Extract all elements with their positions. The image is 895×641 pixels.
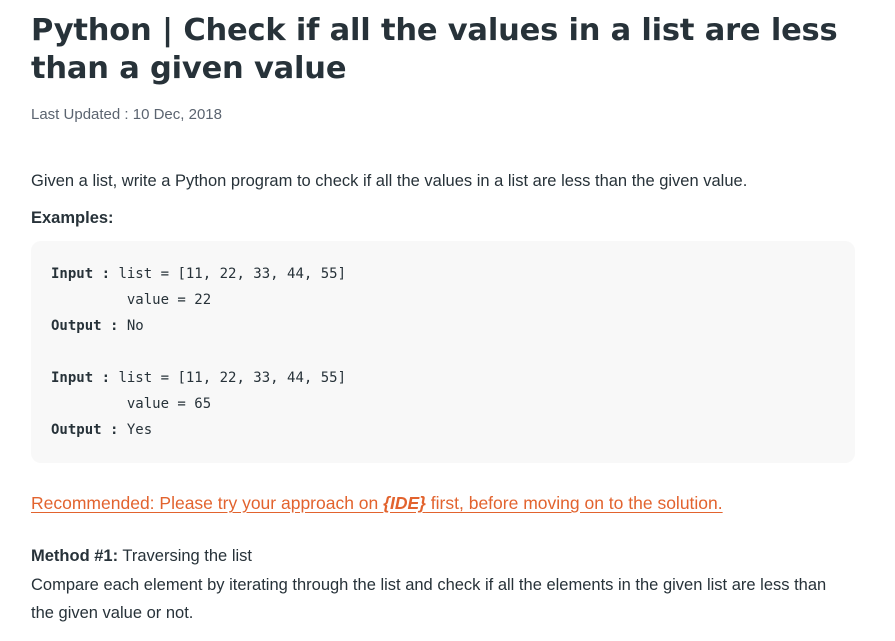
recommended-ide-link[interactable]: Recommended: Please try your approach on…	[31, 490, 723, 516]
code-line: Input : list = [11, 22, 33, 44, 55]	[51, 261, 855, 287]
code-keyword: Input :	[51, 266, 111, 282]
code-keyword: Input :	[51, 370, 111, 386]
code-line: value = 22	[51, 287, 855, 313]
code-text: list = [11, 22, 33, 44, 55]	[110, 370, 347, 386]
method-label: Method #1:	[31, 547, 119, 565]
code-line: Output : Yes	[51, 417, 855, 443]
code-keyword: Output :	[51, 318, 119, 334]
code-text: value = 22	[51, 292, 212, 308]
recommend-suffix: first, before moving on to the solution.	[425, 493, 723, 513]
code-line: value = 65	[51, 391, 855, 417]
example-code-block: Input : list = [11, 22, 33, 44, 55] valu…	[31, 241, 855, 463]
intro-paragraph: Given a list, write a Python program to …	[31, 172, 748, 190]
code-keyword: Output :	[51, 422, 119, 438]
method-name: Traversing the list	[118, 547, 252, 565]
method-description: Compare each element by iterating throug…	[31, 576, 827, 622]
code-line: Input : list = [11, 22, 33, 44, 55]	[51, 365, 855, 391]
last-updated-text: Last Updated : 10 Dec, 2018	[31, 106, 222, 123]
code-text: list = [11, 22, 33, 44, 55]	[110, 266, 347, 282]
code-text: No	[118, 318, 144, 334]
code-text: Yes	[118, 422, 153, 438]
recommend-prefix: Recommended: Please try your approach on	[31, 493, 384, 513]
ide-link-text: {IDE}	[383, 493, 426, 513]
code-line: Output : No	[51, 313, 855, 339]
code-text: value = 65	[51, 396, 212, 412]
examples-heading: Examples:	[31, 209, 114, 227]
method-heading: Method #1: Traversing the list	[31, 544, 252, 568]
article-title: Python | Check if all the values in a li…	[31, 13, 838, 86]
